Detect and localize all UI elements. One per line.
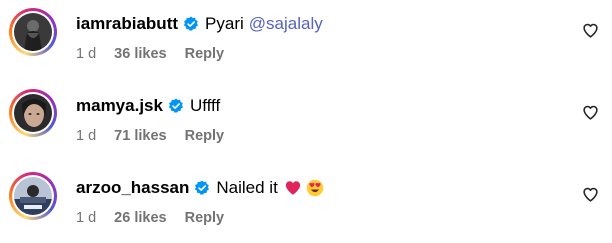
username[interactable]: mamya.jsk <box>76 96 163 116</box>
comment-text: Nailed it <box>216 178 278 197</box>
username[interactable]: iamrabiabutt <box>76 14 178 34</box>
avatar[interactable] <box>9 8 57 56</box>
username[interactable]: arzoo_hassan <box>76 178 189 198</box>
comment-item: arzoo_hassan Nailed it 1 d 26 likes Repl… <box>0 164 612 242</box>
mention-link[interactable]: @sajalaly <box>249 14 323 34</box>
red-heart-emoji-icon <box>285 181 300 195</box>
avatar[interactable] <box>9 89 57 137</box>
like-heart-icon[interactable] <box>582 22 599 39</box>
verified-badge-icon <box>183 16 199 31</box>
reply-button[interactable]: Reply <box>185 210 225 226</box>
comment-item: mamya.jsk Uffff 1 d 71 likes Reply <box>0 82 612 160</box>
like-heart-icon[interactable] <box>582 104 599 121</box>
comment-time: 1 d <box>76 46 97 62</box>
reply-button[interactable]: Reply <box>185 46 225 62</box>
comment-text: Pyari <box>205 14 244 33</box>
reply-button[interactable]: Reply <box>185 128 225 144</box>
likes-count[interactable]: 26 likes <box>114 210 166 226</box>
verified-badge-icon <box>168 98 183 113</box>
likes-count[interactable]: 36 likes <box>114 46 166 62</box>
comment-time: 1 d <box>76 210 97 226</box>
comment-time: 1 d <box>76 128 97 144</box>
comment-text: Uffff <box>189 96 221 115</box>
comment-item: iamrabiabutt Pyari @sajalaly 1 d 36 like… <box>0 0 612 78</box>
heart-eyes-emoji-icon <box>306 179 324 197</box>
like-heart-icon[interactable] <box>582 186 599 203</box>
avatar[interactable] <box>9 172 57 220</box>
likes-count[interactable]: 71 likes <box>114 128 166 144</box>
verified-badge-icon <box>195 180 210 195</box>
